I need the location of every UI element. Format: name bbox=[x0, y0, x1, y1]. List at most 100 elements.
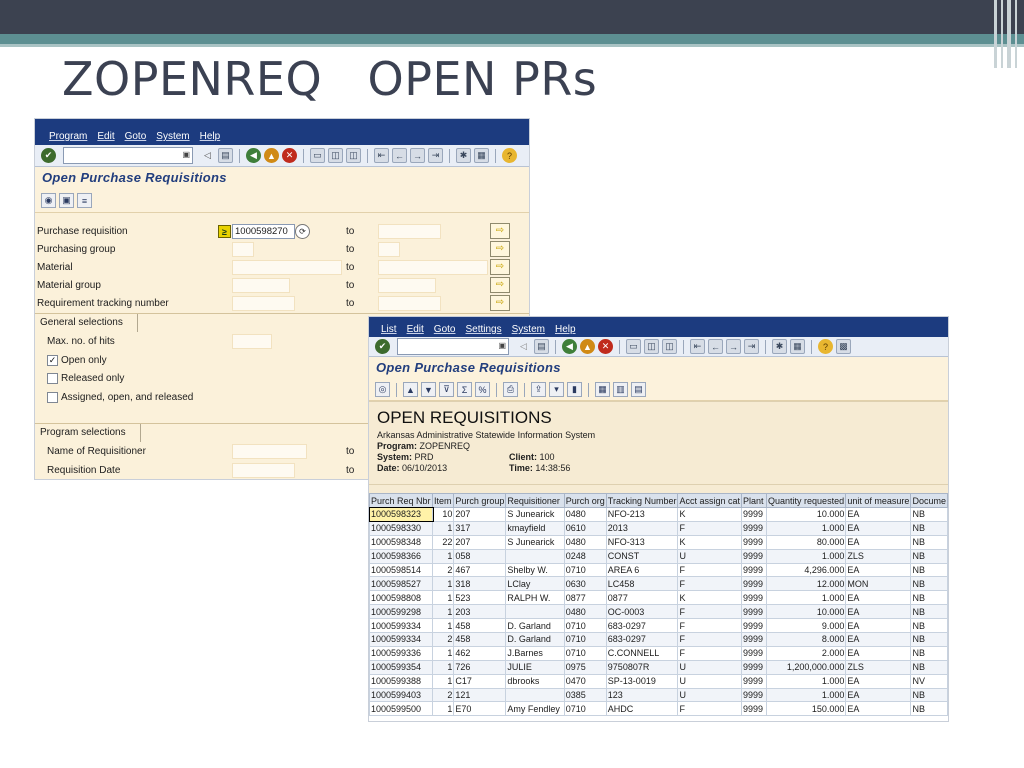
table-cell[interactable]: 1.000 bbox=[766, 520, 847, 536]
table-cell[interactable]: NB bbox=[910, 604, 948, 620]
table-cell[interactable]: 458 bbox=[453, 632, 507, 647]
filter-icon[interactable]: ⊽ bbox=[439, 382, 454, 397]
change-layout-icon[interactable]: ▦ bbox=[595, 382, 610, 397]
shortcut-icon[interactable]: ▦ bbox=[790, 339, 805, 354]
table-cell[interactable]: 1000599388 bbox=[369, 673, 434, 689]
table-cell[interactable]: 1.000 bbox=[766, 548, 847, 564]
table-cell[interactable]: 1000599354 bbox=[369, 659, 434, 675]
multiple-selection-arrow-icon[interactable]: ⇨ bbox=[490, 223, 510, 239]
table-cell[interactable]: 1000599334 bbox=[369, 632, 434, 647]
table-cell[interactable]: F bbox=[677, 701, 743, 717]
menu-help[interactable]: Help bbox=[200, 131, 221, 142]
menu-system[interactable]: System bbox=[156, 131, 189, 142]
table-cell[interactable]: U bbox=[677, 687, 743, 703]
table-row[interactable]: 1000599388 1 C17 dbrooks 0470 SP-13-0019 U 9999… bbox=[369, 673, 948, 689]
table-cell[interactable]: 1.000 bbox=[766, 687, 847, 703]
table-cell[interactable]: EA bbox=[845, 687, 912, 703]
print-icon[interactable]: ▭ bbox=[310, 148, 325, 163]
table-cell[interactable]: NB bbox=[910, 701, 948, 717]
table-cell[interactable]: 9999 bbox=[741, 562, 768, 578]
column-header[interactable]: Purch org bbox=[563, 493, 607, 508]
open-only-checkbox-row[interactable]: ✓ Open only bbox=[47, 352, 107, 369]
export-icon[interactable]: ⇪ bbox=[531, 382, 546, 397]
table-cell[interactable]: S Junearick bbox=[505, 507, 565, 522]
table-cell[interactable]: AHDC bbox=[605, 701, 679, 717]
dropdown-icon[interactable]: ▣ bbox=[498, 341, 506, 350]
choose-layout-icon[interactable]: ▥ bbox=[613, 382, 628, 397]
prev-page-icon[interactable]: ← bbox=[708, 339, 723, 354]
column-header[interactable]: Requisitioner bbox=[505, 493, 565, 508]
table-cell[interactable]: 2 bbox=[432, 562, 455, 578]
assigned-open-released-checkbox-row[interactable]: Assigned, open, and released bbox=[47, 389, 193, 406]
table-cell[interactable]: F bbox=[677, 562, 743, 578]
table-cell[interactable]: K bbox=[677, 534, 743, 550]
execute-icon[interactable]: ◉ bbox=[41, 193, 56, 208]
table-cell[interactable]: F bbox=[677, 618, 743, 634]
table-cell[interactable]: 9999 bbox=[741, 645, 768, 661]
table-row[interactable]: 1000598323 10 207 S Junearick 0480 NFO-213 K 99… bbox=[369, 506, 948, 523]
table-cell[interactable]: 0480 bbox=[563, 507, 607, 522]
graphic-icon[interactable]: ▮ bbox=[567, 382, 582, 397]
enter-icon[interactable]: ✔ bbox=[41, 148, 56, 163]
table-cell[interactable]: 317 bbox=[453, 520, 507, 536]
table-cell[interactable]: NB bbox=[910, 507, 948, 522]
purchase-requisition-low-input[interactable]: 1000598270 bbox=[232, 224, 295, 239]
menu-goto[interactable]: Goto bbox=[434, 324, 456, 335]
layout-icon[interactable]: ▩ bbox=[836, 339, 851, 354]
table-cell[interactable]: 683-0297 bbox=[605, 618, 679, 634]
table-cell[interactable]: NFO-313 bbox=[605, 534, 679, 550]
menu-list[interactable]: List bbox=[381, 324, 397, 335]
table-cell[interactable] bbox=[505, 687, 565, 703]
column-header[interactable]: unit of measure bbox=[845, 493, 912, 508]
cancel-icon[interactable]: ✕ bbox=[282, 148, 297, 163]
table-cell[interactable]: Amy Fendley bbox=[505, 701, 565, 717]
print-icon[interactable]: ▭ bbox=[626, 339, 641, 354]
table-row[interactable]: 1000598527 1 318 LClay 0630 LC458 F 9999 12.000 M… bbox=[369, 576, 948, 592]
table-cell[interactable]: J.Barnes bbox=[505, 645, 565, 661]
abc-analysis-icon[interactable]: ▾ bbox=[549, 382, 564, 397]
table-cell[interactable]: 9999 bbox=[741, 548, 768, 564]
table-cell[interactable]: F bbox=[677, 604, 743, 620]
exit-icon[interactable]: ▲ bbox=[264, 148, 279, 163]
table-cell[interactable]: 1000599336 bbox=[369, 645, 434, 661]
table-cell[interactable]: AREA 6 bbox=[605, 562, 679, 578]
table-cell[interactable]: 207 bbox=[453, 507, 507, 522]
table-cell[interactable]: 1 bbox=[432, 548, 455, 564]
table-cell[interactable]: 0248 bbox=[563, 548, 607, 564]
multiple-selection-arrow-icon[interactable]: ⇨ bbox=[490, 277, 510, 293]
table-cell[interactable]: 10.000 bbox=[766, 604, 847, 620]
table-cell[interactable]: 1,200,000.000 bbox=[766, 659, 847, 675]
table-cell[interactable]: NB bbox=[910, 576, 948, 592]
table-cell[interactable]: EA bbox=[845, 645, 912, 661]
table-cell[interactable]: 726 bbox=[453, 659, 507, 675]
table-cell[interactable]: 1000599500 bbox=[369, 701, 434, 717]
table-cell[interactable]: 1000599298 bbox=[369, 604, 434, 620]
last-page-icon[interactable]: ⇥ bbox=[744, 339, 759, 354]
total-icon[interactable]: Σ bbox=[457, 382, 472, 397]
table-row[interactable]: 1000598348 22 207 S Junearick 0480 NFO-313 K 99… bbox=[369, 534, 948, 550]
table-cell[interactable]: NV bbox=[910, 673, 948, 689]
table-cell[interactable]: JULIE bbox=[505, 659, 565, 675]
table-cell[interactable]: D. Garland bbox=[505, 632, 565, 647]
material-high-input[interactable] bbox=[378, 260, 488, 275]
table-cell[interactable]: 22 bbox=[432, 534, 455, 550]
table-cell[interactable]: 1 bbox=[432, 701, 455, 717]
table-cell[interactable]: 10.000 bbox=[766, 507, 847, 522]
table-cell[interactable]: EA bbox=[845, 507, 912, 522]
table-cell[interactable]: 9999 bbox=[741, 604, 768, 620]
table-cell[interactable]: ZLS bbox=[845, 548, 912, 564]
column-header[interactable]: Purch group bbox=[453, 493, 507, 508]
table-cell[interactable]: 9999 bbox=[741, 618, 768, 634]
last-page-icon[interactable]: ⇥ bbox=[428, 148, 443, 163]
column-header[interactable]: Docume bbox=[910, 493, 948, 508]
shortcut-icon[interactable]: ▦ bbox=[474, 148, 489, 163]
table-cell[interactable]: 1000598527 bbox=[369, 576, 434, 592]
sort-ascending-icon[interactable]: ▲ bbox=[403, 382, 418, 397]
table-cell[interactable]: 9999 bbox=[741, 590, 768, 606]
table-cell[interactable] bbox=[505, 548, 565, 564]
menu-system[interactable]: System bbox=[512, 324, 545, 335]
first-page-icon[interactable]: ⇤ bbox=[374, 148, 389, 163]
table-row[interactable]: 1000598808 1 523 RALPH W. 0877 0877 K 9999 1.000… bbox=[369, 590, 948, 606]
menu-settings[interactable]: Settings bbox=[465, 324, 501, 335]
table-cell[interactable]: 9999 bbox=[741, 673, 768, 689]
